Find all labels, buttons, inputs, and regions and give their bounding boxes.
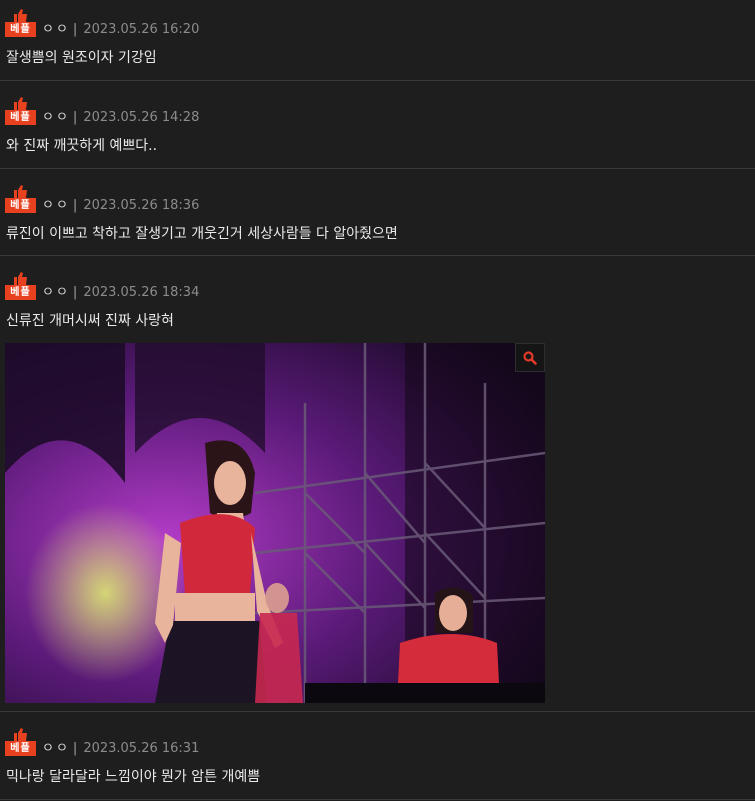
comment-meta: 베플 ㅇㅇ | 2023.05.26 14:28 [5,97,199,125]
thumbs-up-icon [14,272,27,285]
meta-separator: | [72,110,78,125]
best-badge: 베플 [5,97,37,125]
comment-text: 잘생쁨의 원조이자 기강임 [6,50,157,66]
comment-nickname[interactable]: ㅇㅇ [42,110,70,125]
meta-separator: | [72,285,78,300]
comment-meta: 베플 ㅇㅇ | 2023.05.26 18:34 [5,272,199,300]
comment-item: 베플 ㅇㅇ | 2023.05.26 16:31 믹나랑 달라달라 느낌이야 뭔… [0,719,755,800]
comment-text: 신류진 개머시써 진짜 사랑혀 [6,313,174,329]
meta-separator: | [72,741,78,756]
best-badge-label: 베플 [5,741,36,756]
best-badge: 베플 [5,9,37,37]
best-badge: 베플 [5,728,37,756]
concert-photo-illustration [5,343,545,703]
comment-meta: 베플 ㅇㅇ | 2023.05.26 18:36 [5,185,199,213]
comment-nickname[interactable]: ㅇㅇ [42,285,70,300]
comment-meta: 베플 ㅇㅇ | 2023.05.26 16:20 [5,9,199,37]
meta-separator: | [72,198,78,213]
best-badge: 베플 [5,272,37,300]
meta-separator: | [72,22,78,37]
comment-text: 와 진짜 깨끗하게 예쁘다.. [6,138,158,154]
best-badge: 베플 [5,185,37,213]
best-badge-label: 베플 [5,22,36,37]
comment-item: 베플 ㅇㅇ | 2023.05.26 18:36 류진이 이쁘고 착하고 잘생기… [0,176,755,256]
thumbs-up-icon [14,97,27,110]
comment-nickname[interactable]: ㅇㅇ [42,198,70,213]
comment-date: 2023.05.26 14:28 [83,110,200,125]
comment-date: 2023.05.26 18:34 [83,285,200,300]
zoom-button[interactable] [515,343,545,372]
best-badge-label: 베플 [5,110,36,125]
comment-date: 2023.05.26 16:20 [83,22,200,37]
comment-nickname[interactable]: ㅇㅇ [42,22,70,37]
comment-item: 베플 ㅇㅇ | 2023.05.26 16:20 잘생쁨의 원조이자 기강임 [0,0,755,81]
comment-item: 베플 ㅇㅇ | 2023.05.26 14:28 와 진짜 깨끗하게 예쁘다.. [0,88,755,169]
comment-item: 베플 ㅇㅇ | 2023.05.26 18:34 신류진 개머시써 진짜 사랑혀 [0,263,755,712]
best-badge-label: 베플 [5,198,36,213]
comment-text: 믹나랑 달라달라 느낌이야 뭔가 암튼 개예쁨 [6,769,261,785]
comment-text: 류진이 이쁘고 착하고 잘생기고 개웃긴거 세상사람들 다 알아줬으면 [6,226,398,242]
thumbs-up-icon [14,9,27,22]
thumbs-up-icon [14,728,27,741]
best-badge-label: 베플 [5,285,36,300]
comment-photo[interactable] [5,343,545,703]
thumbs-up-icon [14,185,27,198]
comment-date: 2023.05.26 16:31 [83,741,200,756]
comment-date: 2023.05.26 18:36 [83,198,200,213]
comment-nickname[interactable]: ㅇㅇ [42,741,70,756]
zoom-icon [523,350,537,365]
comment-meta: 베플 ㅇㅇ | 2023.05.26 16:31 [5,728,199,756]
